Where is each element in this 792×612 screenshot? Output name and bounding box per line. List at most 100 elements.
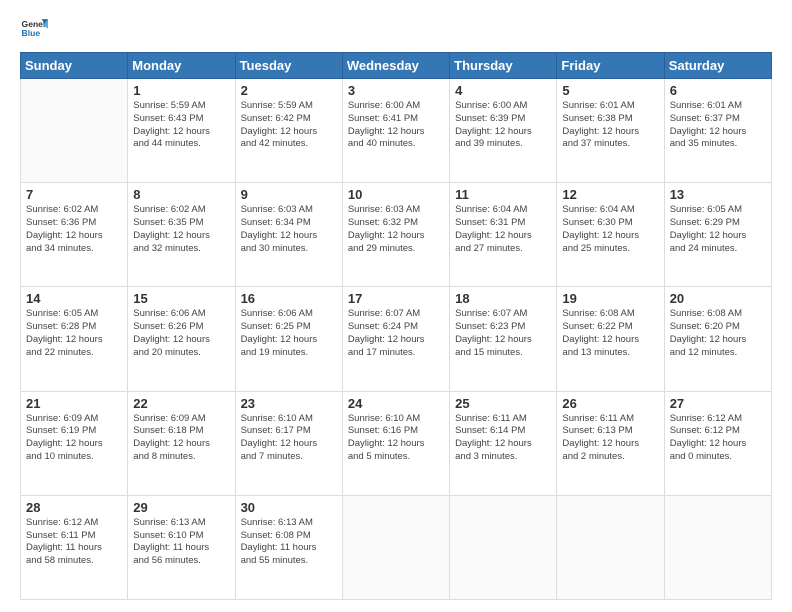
day-detail: Sunrise: 6:06 AMSunset: 6:25 PMDaylight:… xyxy=(241,308,337,359)
page: General Blue SundayMondayTuesdayWednesda… xyxy=(0,0,792,612)
day-detail: Sunrise: 6:08 AMSunset: 6:22 PMDaylight:… xyxy=(562,308,658,359)
calendar-cell: 11Sunrise: 6:04 AMSunset: 6:31 PMDayligh… xyxy=(450,183,557,287)
calendar-cell: 12 Sunrise: 6:04 AMSunset: 6:30 PMDayligh… xyxy=(557,183,664,287)
day-number: 28 xyxy=(26,500,122,515)
day-number: 13 xyxy=(670,187,766,202)
day-detail: Sunrise: 6:00 AMSunset: 6:39 PMDaylight:… xyxy=(455,100,551,151)
day-number: 9 xyxy=(241,187,337,202)
day-number: 6 xyxy=(670,83,766,98)
day-number: 3 xyxy=(348,83,444,98)
calendar-cell: 6 Sunrise: 6:01 AMSunset: 6:37 PMDaylight… xyxy=(664,79,771,183)
calendar-cell: 2 Sunrise: 5:59 AMSunset: 6:42 PMDaylight… xyxy=(235,79,342,183)
day-number: 20 xyxy=(670,291,766,306)
week-row-2: 7Sunrise: 6:02 AMSunset: 6:36 PMDaylight… xyxy=(21,183,772,287)
day-number: 17 xyxy=(348,291,444,306)
calendar-cell: 29 Sunrise: 6:13 AMSunset: 6:10 PMDayligh… xyxy=(128,495,235,599)
day-number: 24 xyxy=(348,396,444,411)
day-detail: Sunrise: 6:03 AMSunset: 6:34 PMDaylight:… xyxy=(241,204,337,255)
day-number: 5 xyxy=(562,83,658,98)
day-detail: Sunrise: 6:12 AMSunset: 6:12 PMDaylight:… xyxy=(670,413,766,464)
day-number: 16 xyxy=(241,291,337,306)
calendar-cell: 8 Sunrise: 6:02 AMSunset: 6:35 PMDaylight… xyxy=(128,183,235,287)
svg-text:Blue: Blue xyxy=(22,28,41,38)
calendar-cell: 20 Sunrise: 6:08 AMSunset: 6:20 PMDayligh… xyxy=(664,287,771,391)
day-detail: Sunrise: 6:03 AMSunset: 6:32 PMDaylight:… xyxy=(348,204,444,255)
day-number: 15 xyxy=(133,291,229,306)
weekday-header-wednesday: Wednesday xyxy=(342,53,449,79)
day-detail: Sunrise: 6:05 AMSunset: 6:29 PMDaylight:… xyxy=(670,204,766,255)
calendar-cell: 21Sunrise: 6:09 AMSunset: 6:19 PMDayligh… xyxy=(21,391,128,495)
day-detail: Sunrise: 6:13 AMSunset: 6:10 PMDaylight:… xyxy=(133,517,229,568)
day-detail: Sunrise: 6:06 AMSunset: 6:26 PMDaylight:… xyxy=(133,308,229,359)
calendar-cell: 30Sunrise: 6:13 AMSunset: 6:08 PMDayligh… xyxy=(235,495,342,599)
day-number: 19 xyxy=(562,291,658,306)
day-number: 1 xyxy=(133,83,229,98)
day-number: 23 xyxy=(241,396,337,411)
day-detail: Sunrise: 6:05 AMSunset: 6:28 PMDaylight:… xyxy=(26,308,122,359)
calendar-cell: 7Sunrise: 6:02 AMSunset: 6:36 PMDaylight… xyxy=(21,183,128,287)
calendar-cell xyxy=(450,495,557,599)
calendar-cell: 3 Sunrise: 6:00 AMSunset: 6:41 PMDaylight… xyxy=(342,79,449,183)
day-detail: Sunrise: 6:07 AMSunset: 6:23 PMDaylight:… xyxy=(455,308,551,359)
calendar-cell: 24 Sunrise: 6:10 AMSunset: 6:16 PMDayligh… xyxy=(342,391,449,495)
calendar-cell xyxy=(342,495,449,599)
weekday-header-tuesday: Tuesday xyxy=(235,53,342,79)
calendar-cell: 23 Sunrise: 6:10 AMSunset: 6:17 PMDayligh… xyxy=(235,391,342,495)
day-number: 21 xyxy=(26,396,122,411)
day-detail: Sunrise: 6:09 AMSunset: 6:18 PMDaylight:… xyxy=(133,413,229,464)
day-detail: Sunrise: 6:10 AMSunset: 6:16 PMDaylight:… xyxy=(348,413,444,464)
week-row-5: 28 Sunrise: 6:12 AMSunset: 6:11 PMDayligh… xyxy=(21,495,772,599)
weekday-header-monday: Monday xyxy=(128,53,235,79)
day-number: 14 xyxy=(26,291,122,306)
calendar-cell: 28 Sunrise: 6:12 AMSunset: 6:11 PMDayligh… xyxy=(21,495,128,599)
day-number: 30 xyxy=(241,500,337,515)
week-row-1: 1 Sunrise: 5:59 AMSunset: 6:43 PMDaylight… xyxy=(21,79,772,183)
calendar-cell: 26 Sunrise: 6:11 AMSunset: 6:13 PMDayligh… xyxy=(557,391,664,495)
calendar-cell: 15 Sunrise: 6:06 AMSunset: 6:26 PMDayligh… xyxy=(128,287,235,391)
day-number: 25 xyxy=(455,396,551,411)
day-number: 2 xyxy=(241,83,337,98)
logo: General Blue xyxy=(20,16,48,44)
day-number: 4 xyxy=(455,83,551,98)
calendar-cell: 18 Sunrise: 6:07 AMSunset: 6:23 PMDayligh… xyxy=(450,287,557,391)
day-detail: Sunrise: 6:02 AMSunset: 6:35 PMDaylight:… xyxy=(133,204,229,255)
logo-icon: General Blue xyxy=(20,16,48,44)
day-detail: Sunrise: 6:08 AMSunset: 6:20 PMDaylight:… xyxy=(670,308,766,359)
day-number: 10 xyxy=(348,187,444,202)
week-row-4: 21Sunrise: 6:09 AMSunset: 6:19 PMDayligh… xyxy=(21,391,772,495)
day-number: 18 xyxy=(455,291,551,306)
day-number: 8 xyxy=(133,187,229,202)
weekday-header-saturday: Saturday xyxy=(664,53,771,79)
calendar-cell: 19 Sunrise: 6:08 AMSunset: 6:22 PMDayligh… xyxy=(557,287,664,391)
calendar-cell: 25 Sunrise: 6:11 AMSunset: 6:14 PMDayligh… xyxy=(450,391,557,495)
calendar-cell: 16 Sunrise: 6:06 AMSunset: 6:25 PMDayligh… xyxy=(235,287,342,391)
day-detail: Sunrise: 6:04 AMSunset: 6:31 PMDaylight:… xyxy=(455,204,551,255)
day-detail: Sunrise: 6:00 AMSunset: 6:41 PMDaylight:… xyxy=(348,100,444,151)
calendar-cell: 10 Sunrise: 6:03 AMSunset: 6:32 PMDayligh… xyxy=(342,183,449,287)
calendar-cell: 22 Sunrise: 6:09 AMSunset: 6:18 PMDayligh… xyxy=(128,391,235,495)
day-number: 29 xyxy=(133,500,229,515)
day-detail: Sunrise: 6:11 AMSunset: 6:14 PMDaylight:… xyxy=(455,413,551,464)
day-detail: Sunrise: 6:10 AMSunset: 6:17 PMDaylight:… xyxy=(241,413,337,464)
day-detail: Sunrise: 6:11 AMSunset: 6:13 PMDaylight:… xyxy=(562,413,658,464)
calendar-cell: 1 Sunrise: 5:59 AMSunset: 6:43 PMDaylight… xyxy=(128,79,235,183)
day-detail: Sunrise: 5:59 AMSunset: 6:42 PMDaylight:… xyxy=(241,100,337,151)
calendar-cell: 17 Sunrise: 6:07 AMSunset: 6:24 PMDayligh… xyxy=(342,287,449,391)
calendar-cell: 5Sunrise: 6:01 AMSunset: 6:38 PMDaylight… xyxy=(557,79,664,183)
calendar-cell: 13 Sunrise: 6:05 AMSunset: 6:29 PMDayligh… xyxy=(664,183,771,287)
weekday-header-row: SundayMondayTuesdayWednesdayThursdayFrid… xyxy=(21,53,772,79)
day-detail: Sunrise: 6:04 AMSunset: 6:30 PMDaylight:… xyxy=(562,204,658,255)
day-number: 12 xyxy=(562,187,658,202)
day-number: 27 xyxy=(670,396,766,411)
weekday-header-friday: Friday xyxy=(557,53,664,79)
day-detail: Sunrise: 6:07 AMSunset: 6:24 PMDaylight:… xyxy=(348,308,444,359)
day-detail: Sunrise: 6:02 AMSunset: 6:36 PMDaylight:… xyxy=(26,204,122,255)
day-number: 22 xyxy=(133,396,229,411)
day-detail: Sunrise: 6:01 AMSunset: 6:37 PMDaylight:… xyxy=(670,100,766,151)
day-detail: Sunrise: 6:12 AMSunset: 6:11 PMDaylight:… xyxy=(26,517,122,568)
day-number: 26 xyxy=(562,396,658,411)
day-detail: Sunrise: 5:59 AMSunset: 6:43 PMDaylight:… xyxy=(133,100,229,151)
weekday-header-thursday: Thursday xyxy=(450,53,557,79)
calendar-table: SundayMondayTuesdayWednesdayThursdayFrid… xyxy=(20,52,772,600)
weekday-header-sunday: Sunday xyxy=(21,53,128,79)
